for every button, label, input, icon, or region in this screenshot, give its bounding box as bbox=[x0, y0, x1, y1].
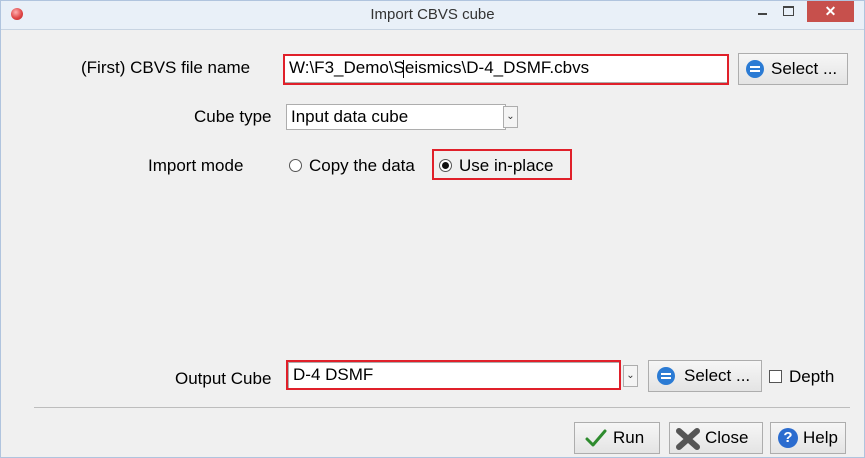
help-icon: ? bbox=[778, 428, 798, 448]
output-cube-label: Output Cube bbox=[175, 369, 272, 388]
close-button[interactable]: Close bbox=[669, 422, 763, 454]
close-icon: ✕ bbox=[824, 3, 837, 19]
highlight-box-output-cube bbox=[286, 360, 621, 390]
radio-copy-the-data[interactable] bbox=[289, 159, 302, 172]
database-icon bbox=[746, 60, 764, 78]
title-bar[interactable]: Import CBVS cube ✕ bbox=[1, 1, 864, 30]
depth-checkbox[interactable] bbox=[769, 370, 782, 383]
output-select-button[interactable]: Select ... bbox=[648, 360, 762, 392]
radio-use-in-place[interactable] bbox=[439, 159, 452, 172]
maximize-icon bbox=[782, 6, 794, 16]
depth-label[interactable]: Depth bbox=[789, 367, 834, 387]
close-window-button[interactable]: ✕ bbox=[807, 1, 854, 22]
output-select-label: Select ... bbox=[684, 366, 751, 385]
import-mode-label: Import mode bbox=[148, 156, 244, 175]
divider bbox=[34, 407, 850, 408]
run-button[interactable]: Run bbox=[574, 422, 660, 454]
close-label: Close bbox=[705, 428, 749, 447]
file-select-label: Select ... bbox=[771, 59, 838, 78]
import-cbvs-dialog: Import CBVS cube ✕ (First) CBVS file nam… bbox=[0, 0, 865, 458]
checkmark-icon bbox=[585, 429, 607, 447]
chevron-down-icon[interactable]: ⌄ bbox=[503, 106, 518, 128]
cube-type-select[interactable]: Input data cube bbox=[286, 104, 506, 130]
cube-type-value: Input data cube bbox=[291, 107, 409, 126]
minimize-icon bbox=[757, 13, 767, 15]
file-name-label: (First) CBVS file name bbox=[81, 58, 251, 77]
minimize-button[interactable] bbox=[749, 1, 775, 21]
help-label: Help bbox=[803, 428, 838, 447]
close-x-icon bbox=[676, 428, 700, 450]
window-title: Import CBVS cube bbox=[370, 6, 495, 23]
database-icon bbox=[657, 367, 675, 385]
file-select-button[interactable]: Select ... bbox=[738, 53, 848, 85]
chevron-down-icon[interactable]: ⌄ bbox=[623, 365, 638, 387]
maximize-button[interactable] bbox=[775, 1, 801, 21]
run-label: Run bbox=[613, 428, 645, 447]
cube-type-label: Cube type bbox=[194, 107, 272, 126]
radio-copy-the-data-label[interactable]: Copy the data bbox=[309, 156, 415, 176]
highlight-box-file-name bbox=[283, 54, 729, 85]
radio-use-in-place-label[interactable]: Use in-place bbox=[459, 156, 554, 176]
help-button[interactable]: ? Help bbox=[770, 422, 846, 454]
